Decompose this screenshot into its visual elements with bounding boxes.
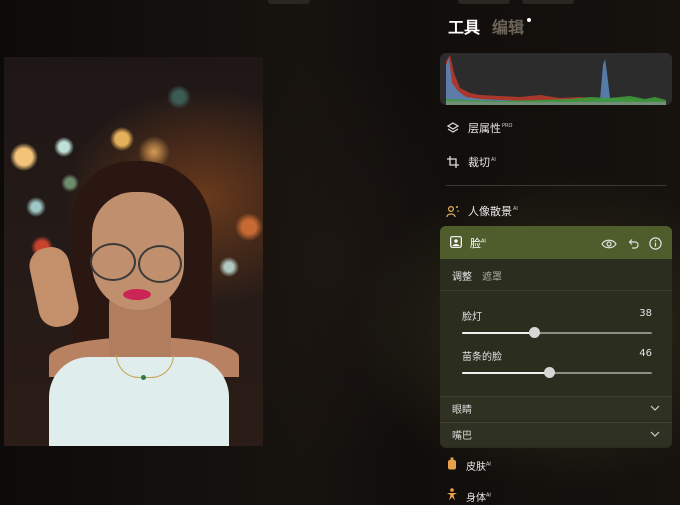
histogram [440,53,672,105]
top-bar-right [522,0,574,4]
layers-icon [446,121,460,135]
crop-icon [446,155,460,169]
body-figure-icon [446,488,458,504]
chevron-down-icon [650,403,660,414]
tool-label: 身体AI [466,492,491,504]
slider-knob[interactable] [544,367,556,378]
top-bar-left [268,0,310,4]
tool-body[interactable]: 身体AI [446,488,491,504]
photo-pendant [141,375,146,380]
slider-label: 苗条的脸 [462,352,502,363]
tool-portrait-bokeh[interactable]: 人像散景AI [446,203,518,219]
face-panel-title: 脸AI [450,235,486,251]
photo-glasses-right [138,245,182,283]
slider-slim-face: 苗条的脸 46 [462,348,652,378]
slider-knob[interactable] [529,327,541,338]
section-label: 眼睛 [452,405,472,416]
slider-face-light: 脸灯 38 [462,308,652,338]
top-bar-mid [458,0,510,4]
info-icon[interactable] [649,235,662,254]
photo-glasses-left [90,243,136,281]
face-panel-header[interactable]: 脸AI [440,226,672,259]
tab-tools[interactable]: 工具 [448,14,480,38]
eye-icon[interactable] [601,235,617,254]
slider-track[interactable] [462,367,652,378]
face-subtabs: 调整 遮罩 [452,268,502,283]
slider-value: 38 [639,308,652,319]
face-panel: 脸AI 调整 遮罩 脸灯 38 苗条的脸 46 眼睛 嘴巴 [440,226,672,448]
chevron-down-icon [650,429,660,440]
tool-crop[interactable]: 裁切AI [446,154,496,170]
tools-divider [446,185,666,186]
subtab-mask[interactable]: 遮罩 [482,268,502,283]
slider-track[interactable] [462,327,652,338]
face-icon [450,235,462,251]
tool-skin[interactable]: 皮肤AI [446,457,491,473]
tool-label: 皮肤AI [466,461,491,473]
tool-layer-properties[interactable]: 层属性PRO [446,120,512,136]
portrait-bokeh-icon [446,204,460,218]
edit-notification-dot [527,18,531,22]
tool-label: 人像散景AI [468,205,518,218]
skin-bottle-icon [446,457,458,473]
photo-lips [123,289,151,300]
slider-label: 脸灯 [462,312,482,323]
panel-tabs: 工具 编辑 [448,14,524,38]
photo-canvas[interactable] [4,57,263,446]
tab-edit[interactable]: 编辑 [492,14,524,38]
slider-value: 46 [639,348,652,359]
slider-fill [462,372,550,374]
tool-label: 裁切AI [468,156,496,169]
undo-icon[interactable] [627,235,639,254]
face-panel-actions [601,235,662,254]
tool-label: 层属性PRO [468,122,513,135]
section-mouth[interactable]: 嘴巴 [440,422,672,446]
subtab-adjust[interactable]: 调整 [452,268,472,283]
section-label: 嘴巴 [452,431,472,442]
face-panel-separator [440,290,672,291]
section-eyes[interactable]: 眼睛 [440,396,672,420]
slider-fill [462,332,535,334]
